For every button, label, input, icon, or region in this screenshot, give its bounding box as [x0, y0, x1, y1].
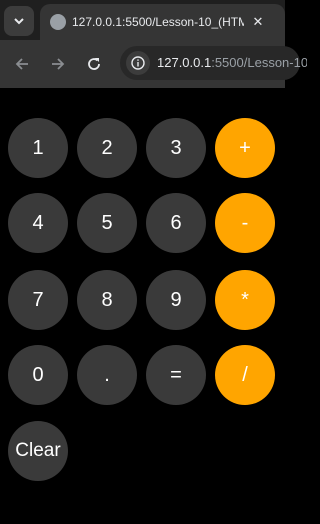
reload-button[interactable] [80, 50, 108, 78]
equals-button[interactable]: = [146, 345, 206, 405]
digit-8-button[interactable]: 8 [77, 270, 137, 330]
back-button[interactable] [8, 50, 36, 78]
tab-search-button[interactable] [4, 6, 34, 36]
clear-button[interactable]: Clear [8, 421, 68, 481]
digit-6-button[interactable]: 6 [146, 193, 206, 253]
arrow-right-icon [52, 58, 65, 70]
digit-4-button[interactable]: 4 [8, 193, 68, 253]
reload-icon [88, 58, 100, 70]
plus-button[interactable]: + [215, 118, 275, 178]
digit-7-button[interactable]: 7 [8, 270, 68, 330]
calculator: 1 2 3 + 4 5 6 - 7 8 9 * 0 . = / Clear [0, 88, 285, 524]
digit-1-button[interactable]: 1 [8, 118, 68, 178]
minus-button[interactable]: - [215, 193, 275, 253]
digit-2-button[interactable]: 2 [77, 118, 137, 178]
multiply-button[interactable]: * [215, 270, 275, 330]
arrow-left-icon [15, 58, 28, 70]
chevron-down-icon [14, 18, 24, 25]
tab-title: 127.0.0.1:5500/Lesson-10_(HTML [72, 15, 244, 29]
url-host: 127.0.0.1 [157, 55, 212, 70]
forward-button[interactable] [44, 50, 72, 78]
browser-tab[interactable]: 127.0.0.1:5500/Lesson-10_(HTML ✕ [40, 4, 285, 40]
digit-9-button[interactable]: 9 [146, 270, 206, 330]
browser-tab-strip: 127.0.0.1:5500/Lesson-10_(HTML ✕ [0, 0, 285, 40]
browser-toolbar: 127.0.0.1:5500/Lesson-10_(HTML [0, 40, 307, 88]
digit-0-button[interactable]: 0 [8, 345, 68, 405]
info-icon[interactable] [126, 51, 150, 75]
globe-icon [50, 14, 66, 30]
divide-button[interactable]: / [215, 345, 275, 405]
digit-5-button[interactable]: 5 [77, 193, 137, 253]
digit-3-button[interactable]: 3 [146, 118, 206, 178]
url-text: 127.0.0.1:5500/Lesson-10_(HTML [157, 55, 307, 71]
close-icon[interactable]: ✕ [249, 13, 267, 31]
decimal-button[interactable]: . [77, 345, 137, 405]
url-path: :5500/Lesson-10_(HTML [211, 55, 307, 70]
address-bar[interactable]: 127.0.0.1:5500/Lesson-10_(HTML [120, 46, 307, 80]
